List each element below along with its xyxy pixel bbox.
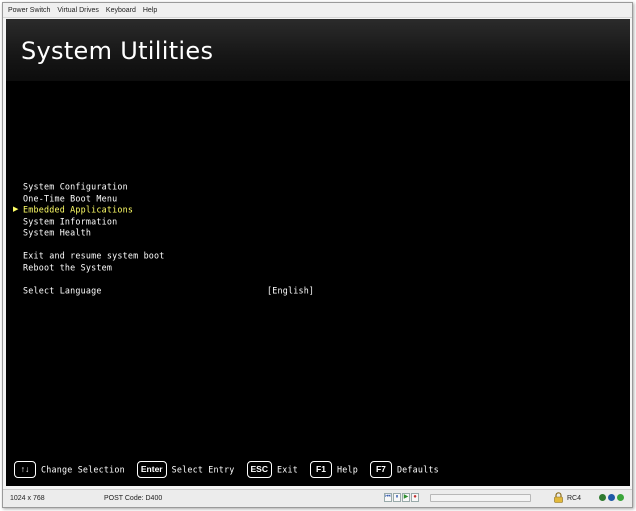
menu-item-embedded-applications[interactable]: Embedded Applications — [23, 204, 133, 215]
menu-item-system-health[interactable]: System Health — [23, 227, 91, 238]
health-status-icon — [617, 494, 624, 501]
language-value[interactable]: [English] — [267, 285, 314, 296]
f7-key-icon: F7 — [369, 460, 392, 478]
f1-key-icon: F1 — [309, 460, 332, 478]
record-icon[interactable]: ● — [411, 493, 419, 502]
select-entry-label: Select Entry — [171, 464, 235, 475]
remote-console-window: Power Switch Virtual Drives Keyboard Hel… — [2, 2, 633, 508]
menu-item-exit-resume-boot[interactable]: Exit and resume system boot — [23, 250, 165, 261]
title-banner: System Utilities — [6, 19, 630, 81]
play-icon[interactable]: ▶ — [402, 493, 410, 502]
encryption-label: RC4 — [567, 495, 582, 502]
arrow-keys-icon: ↑↓ — [14, 460, 36, 478]
help-label: Help — [336, 464, 358, 475]
menu-item-system-information[interactable]: System Information — [23, 216, 117, 227]
power-status-icon — [599, 494, 606, 501]
connection-status-icon — [608, 494, 615, 501]
skip-back-icon[interactable]: ⏮ — [384, 493, 392, 502]
menu-bar: Power Switch Virtual Drives Keyboard Hel… — [3, 3, 632, 18]
defaults-label: Defaults — [396, 464, 439, 475]
lock-icon — [554, 492, 563, 503]
page-title: System Utilities — [21, 37, 214, 65]
esc-key-icon: ESC — [246, 460, 272, 478]
resolution-text: 1024 x 768 — [10, 495, 45, 502]
menu-power-switch[interactable]: Power Switch — [8, 7, 50, 14]
media-controls: ⏮ ⏸ ▶ ● — [384, 493, 420, 502]
menu-item-reboot-system[interactable]: Reboot the System — [23, 262, 112, 273]
menu-virtual-drives[interactable]: Virtual Drives — [57, 7, 99, 14]
menu-help[interactable]: Help — [143, 7, 157, 14]
menu-item-system-configuration[interactable]: System Configuration — [23, 181, 128, 192]
selection-arrow-icon: ▶ — [13, 206, 19, 213]
menu-keyboard[interactable]: Keyboard — [106, 7, 136, 14]
exit-label: Exit — [277, 464, 298, 475]
playback-progress-bar[interactable] — [430, 494, 531, 502]
console-screen: System Utilities System Configuration On… — [6, 19, 630, 486]
post-code-text: POST Code: D400 — [104, 495, 163, 502]
pause-icon[interactable]: ⏸ — [393, 493, 401, 502]
enter-key-icon: Enter — [136, 460, 167, 478]
status-bar: 1024 x 768 POST Code: D400 ⏮ ⏸ ▶ ● RC4 — [3, 489, 632, 507]
menu-item-one-time-boot-menu[interactable]: One-Time Boot Menu — [23, 193, 117, 204]
key-legend: ↑↓ Change Selection Enter Select Entry E… — [14, 460, 451, 478]
menu-item-select-language[interactable]: Select Language — [23, 285, 102, 296]
change-selection-label: Change Selection — [41, 464, 125, 475]
